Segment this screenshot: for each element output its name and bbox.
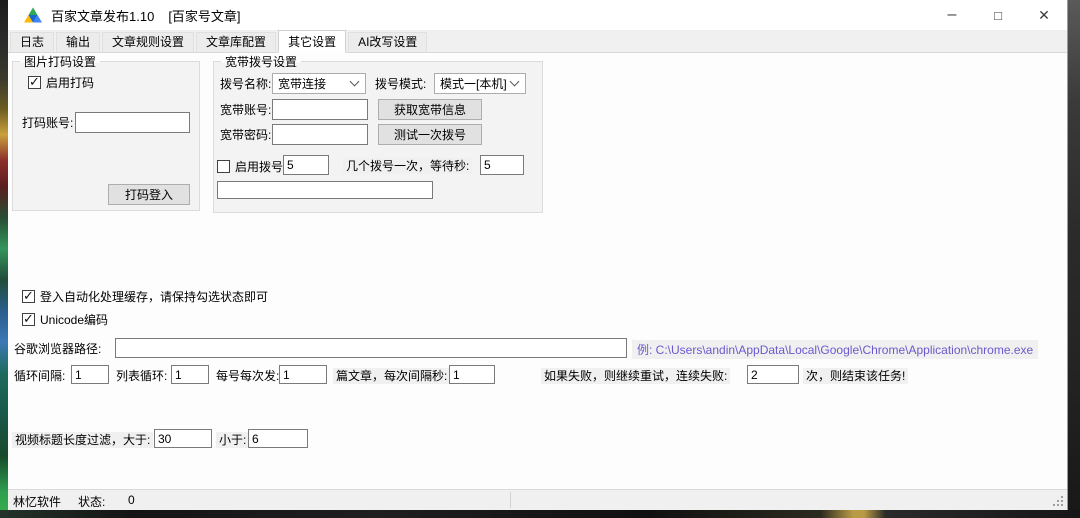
status-bar: 林忆软件 状态: 0: [8, 489, 1067, 510]
cache-checkbox[interactable]: 登入自动化处理缓存，请保持勾选状态即可: [22, 288, 268, 305]
fail-suffix-label: 次，则结束该任务!: [803, 368, 908, 384]
cache-checkbox-label: 登入自动化处理缓存，请保持勾选状态即可: [40, 288, 268, 305]
dial-mode-select[interactable]: 模式一[本机]: [434, 73, 526, 94]
dial-status-input[interactable]: [217, 181, 433, 199]
dial-count-input[interactable]: [283, 155, 329, 175]
broadband-account-input[interactable]: [272, 99, 368, 120]
enable-dial-label: 启用拨号: [235, 158, 283, 175]
loop-interval-input[interactable]: [71, 365, 109, 384]
enable-dial-checkbox[interactable]: 启用拨号: [217, 158, 283, 175]
tab-other-settings[interactable]: 其它设置: [278, 30, 346, 53]
chrome-path-input[interactable]: [115, 338, 627, 358]
app-icon: [24, 7, 42, 23]
dial-mode-label: 拨号模式:: [375, 76, 426, 92]
dial-name-select[interactable]: 宽带连接: [272, 73, 366, 94]
checkbox-icon: [22, 290, 35, 303]
broadband-password-input[interactable]: [272, 124, 368, 145]
checkbox-icon: [217, 160, 230, 173]
per-account-label: 每号每次发:: [216, 368, 279, 384]
gap-seconds-label: 篇文章，每次间隔秒:: [333, 368, 450, 384]
maximize-button[interactable]: □: [975, 0, 1021, 30]
broadband-password-label: 宽带密码:: [220, 127, 271, 143]
enable-captcha-label: 启用打码: [46, 74, 94, 91]
dial-name-value: 宽带连接: [278, 75, 326, 92]
close-button[interactable]: ✕: [1021, 0, 1067, 30]
list-loop-label: 列表循环:: [116, 368, 167, 384]
resize-grip[interactable]: [1061, 504, 1063, 506]
chevron-down-icon: [510, 77, 520, 87]
list-loop-input[interactable]: [171, 365, 209, 384]
title-lt-label: 小于:: [216, 432, 249, 448]
captcha-login-button[interactable]: 打码登入: [108, 184, 190, 205]
checkbox-icon: [22, 313, 35, 326]
tab-ai-rewrite[interactable]: AI改写设置: [348, 32, 427, 52]
dial-name-label: 拨号名称:: [220, 76, 271, 92]
chrome-path-hint: 例: C:\Users\andin\AppData\Local\Google\C…: [632, 340, 1038, 359]
minimize-button[interactable]: –: [929, 0, 975, 30]
captcha-group-title: 图片打码设置: [20, 53, 100, 70]
desktop-background-bottom: [0, 510, 1080, 518]
enable-captcha-checkbox[interactable]: 启用打码: [28, 74, 94, 91]
desktop-background-right: [1068, 0, 1080, 518]
title-lt-input[interactable]: [248, 429, 308, 448]
status-divider: [510, 492, 511, 508]
app-window: 百家文章发布1.10 [百家号文章] – □ ✕ 日志 输出 文章规则设置 文章…: [8, 0, 1068, 510]
status-label: 状态:: [78, 493, 105, 510]
tab-article-rules[interactable]: 文章规则设置: [102, 32, 194, 52]
titlebar: 百家文章发布1.10 [百家号文章] – □ ✕: [8, 0, 1067, 30]
fail-count-input[interactable]: [747, 365, 799, 384]
brand-label: 林忆软件: [13, 493, 61, 510]
unicode-checkbox[interactable]: Unicode编码: [22, 311, 108, 328]
chrome-path-label: 谷歌浏览器路径:: [14, 341, 101, 357]
loop-interval-label: 循环间隔:: [14, 368, 65, 384]
window-subtitle: [百家号文章]: [168, 6, 240, 25]
window-title: 百家文章发布1.10: [51, 6, 154, 25]
tab-output[interactable]: 输出: [56, 32, 100, 52]
test-dial-button[interactable]: 测试一次拨号: [378, 124, 482, 145]
dial-wait-input[interactable]: [480, 155, 524, 175]
captcha-account-label: 打码账号:: [22, 115, 73, 131]
tab-article-library[interactable]: 文章库配置: [196, 32, 276, 52]
broadband-account-label: 宽带账号:: [220, 102, 271, 118]
unicode-checkbox-label: Unicode编码: [40, 311, 108, 328]
chevron-down-icon: [350, 77, 360, 87]
dial-wait-label: 几个拨号一次，等待秒:: [343, 158, 472, 174]
tab-bar: 日志 输出 文章规则设置 文章库配置 其它设置 AI改写设置: [8, 30, 1067, 53]
dial-group-title: 宽带拨号设置: [221, 53, 301, 70]
gap-seconds-input[interactable]: [449, 365, 495, 384]
desktop-background-left: [0, 0, 8, 518]
fail-retry-label: 如果失败，则继续重试，连续失败:: [541, 368, 730, 384]
status-value: 0: [128, 493, 135, 507]
video-title-filter-label: 视频标题长度过滤，大于:: [12, 432, 153, 448]
get-broadband-info-button[interactable]: 获取宽带信息: [378, 99, 482, 120]
title-gt-input[interactable]: [154, 429, 212, 448]
checkbox-icon: [28, 76, 41, 89]
dial-mode-value: 模式一[本机]: [440, 75, 507, 92]
captcha-account-input[interactable]: [75, 112, 190, 133]
per-account-input[interactable]: [279, 365, 327, 384]
tab-log[interactable]: 日志: [10, 32, 54, 52]
window-controls: – □ ✕: [929, 0, 1067, 30]
